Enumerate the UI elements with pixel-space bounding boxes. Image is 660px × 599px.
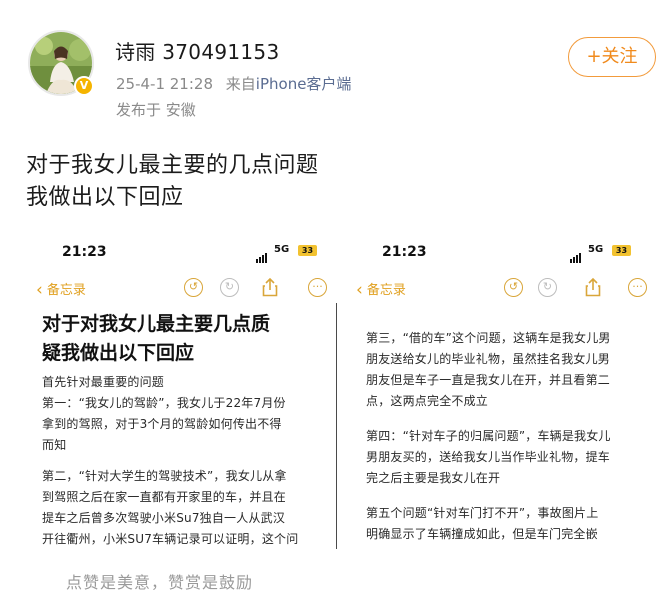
- post-text-line-1: 对于我女儿最主要的几点问题: [26, 153, 319, 178]
- note-line: 点，这两点完全不成立: [366, 394, 489, 408]
- signal-icon: [256, 244, 268, 263]
- back-label: 备忘录: [46, 283, 86, 298]
- more-icon[interactable]: ···: [308, 278, 327, 297]
- post-meta: 25-4-1 21:28 来自iPhone客户端: [116, 73, 351, 94]
- note-spacer: [42, 456, 332, 466]
- follow-button[interactable]: +关注: [568, 37, 656, 77]
- back-chevron-icon: ‹: [356, 280, 363, 300]
- note-line: 第二，“针对大学生的驾驶技术”，我女儿从拿: [42, 469, 287, 483]
- screenshot-divider: [336, 303, 337, 549]
- memo-screenshot-left[interactable]: 21:23 5G 33 ‹ 备忘录 ↺ ↻ ··· 对于对我女儿最主要几点质 疑我…: [34, 232, 334, 550]
- note-line: 朋友送给女儿的毕业礼物，虽然挂名我女儿男: [366, 352, 611, 366]
- redo-icon[interactable]: ↻: [538, 278, 557, 297]
- note-title-line: 疑我做出以下回应: [42, 342, 195, 364]
- note-line: 朋友但是车子一直是我女儿在开，并且看第二: [366, 373, 611, 387]
- username[interactable]: 诗雨 370491153: [115, 36, 279, 65]
- source-device[interactable]: iPhone客户端: [256, 75, 352, 93]
- post-text-line-2: 我做出以下回应: [26, 185, 184, 210]
- note-line: 第三，“借的车”这个问题，这辆车是我女儿男: [366, 331, 611, 345]
- note-line: 第一：“我女儿的驾龄”，我女儿于22年7月份: [42, 396, 286, 410]
- memo-back-button[interactable]: ‹ 备忘录: [356, 279, 406, 300]
- memo-back-button[interactable]: ‹ 备忘录: [36, 279, 86, 300]
- note-spacer: [366, 489, 656, 503]
- undo-icon[interactable]: ↺: [504, 278, 523, 297]
- note-line: 开往衢州，小米SU7车辆记录可以证明，这个问: [42, 532, 299, 546]
- share-icon[interactable]: [262, 277, 278, 301]
- memo-screenshot-right[interactable]: 21:23 5G 33 ‹ 备忘录 ↺ ↻ ··· 第三，“借的车”这个问题，这辆…: [340, 232, 658, 550]
- status-time: 21:23: [62, 244, 107, 260]
- share-icon[interactable]: [585, 277, 601, 301]
- note-line: 第五个问题“针对车门打不开”，事故图片上: [366, 506, 599, 520]
- note-title: 对于对我女儿最主要几点质 疑我做出以下回应: [42, 310, 270, 368]
- signal-icon: [570, 244, 582, 263]
- note-line: 到驾照之后在家一直都有开家里的车，并且在: [42, 490, 287, 504]
- network-label: 5G: [274, 244, 290, 255]
- note-line: 首先针对最重要的问题: [42, 375, 165, 389]
- note-title-line: 对于对我女儿最主要几点质: [42, 313, 271, 335]
- source-prefix: 来自: [225, 75, 256, 93]
- note-body-right: 第三，“借的车”这个问题，这辆车是我女儿男 朋友送给女儿的毕业礼物，虽然挂名我女…: [366, 328, 656, 545]
- note-line: 拿到的驾照，对于3个月的驾龄如何传出不得: [42, 417, 282, 431]
- reward-prompt: 点赞是美意，赞赏是鼓励: [66, 573, 254, 592]
- note-spacer: [366, 412, 656, 426]
- network-label: 5G: [588, 244, 604, 255]
- post-location: 发布于 安徽: [116, 101, 196, 119]
- note-line: 明确显示了车辆撞成如此，但是车门完全嵌: [366, 527, 598, 541]
- note-line: 男朋友买的，送给我女儿当作毕业礼物，提车: [366, 450, 611, 464]
- note-line: 提车之后曾多次驾驶小米Su7独自一人从武汉: [42, 511, 286, 525]
- redo-icon[interactable]: ↻: [220, 278, 239, 297]
- battery-icon: 33: [298, 245, 317, 256]
- status-time: 21:23: [382, 244, 427, 260]
- note-line: 而知: [42, 438, 67, 452]
- note-line: 完之后主要是我女儿在开: [366, 471, 501, 485]
- back-chevron-icon: ‹: [36, 280, 43, 300]
- back-label: 备忘录: [366, 283, 406, 298]
- more-icon[interactable]: ···: [628, 278, 647, 297]
- note-line: 第四：“针对车子的归属问题”，车辆是我女儿: [366, 429, 611, 443]
- battery-icon: 33: [612, 245, 631, 256]
- note-body-left: 首先针对最重要的问题 第一：“我女儿的驾龄”，我女儿于22年7月份 拿到的驾照，…: [42, 372, 332, 550]
- undo-icon[interactable]: ↺: [184, 278, 203, 297]
- post-date: 25-4-1 21:28: [116, 75, 213, 93]
- verified-badge-icon: V: [74, 76, 94, 96]
